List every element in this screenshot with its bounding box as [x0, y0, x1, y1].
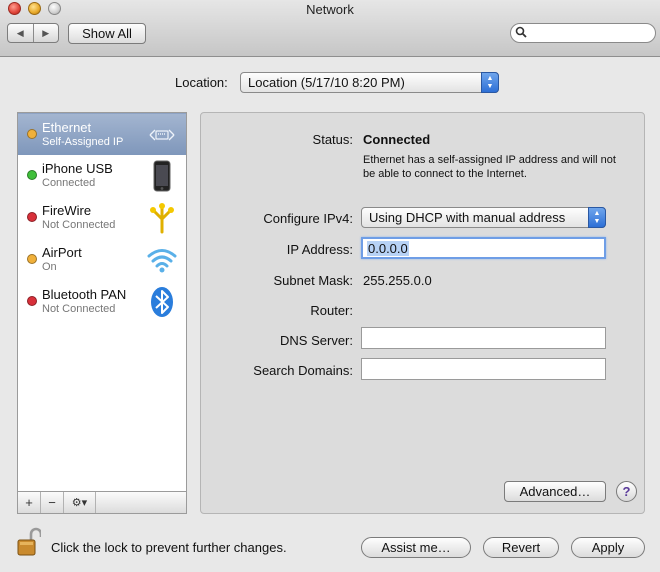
iphone-icon: [153, 160, 171, 192]
status-value: Connected: [363, 132, 431, 147]
configure-ipv4-popup[interactable]: Using DHCP with manual address ▲ ▼: [361, 207, 606, 228]
help-button[interactable]: ?: [616, 481, 637, 502]
ip-address-label: IP Address:: [286, 242, 353, 257]
service-list: Ethernet Self-Assigned IP iPhone USB Con…: [17, 112, 187, 492]
show-all-button[interactable]: Show All: [68, 23, 146, 44]
location-popup[interactable]: Location (5/17/10 8:20 PM) ▲ ▼: [240, 72, 499, 93]
magnifier-icon: [515, 26, 527, 41]
back-forward-control: ◀ ▶: [7, 23, 59, 43]
wifi-icon: [147, 249, 177, 273]
add-service-button[interactable]: +: [18, 492, 41, 513]
service-item-ethernet[interactable]: Ethernet Self-Assigned IP: [18, 113, 186, 155]
service-item-airport[interactable]: AirPort On: [18, 239, 186, 281]
service-item-iphone-usb[interactable]: iPhone USB Connected: [18, 155, 186, 197]
service-item-firewire[interactable]: FireWire Not Connected: [18, 197, 186, 239]
lock-icon[interactable]: [17, 527, 41, 557]
lock-message: Click the lock to prevent further change…: [51, 540, 287, 555]
status-description: Ethernet has a self-assigned IP address …: [363, 154, 616, 180]
dns-server-label: DNS Server:: [280, 333, 353, 348]
assist-me-button[interactable]: Assist me…: [361, 537, 471, 558]
status-dot-amber-icon: [27, 129, 37, 139]
ethernet-icon: [149, 129, 175, 141]
service-list-toolbar: + − ⚙▾: [17, 492, 187, 514]
status-dot-red-icon: [27, 212, 37, 222]
back-arrow-icon[interactable]: ◀: [8, 24, 34, 42]
gear-menu-icon[interactable]: ⚙▾: [64, 492, 96, 513]
toolbar: Network ◀ ▶ Show All: [0, 0, 660, 57]
subnet-mask-value: 255.255.0.0: [363, 273, 432, 288]
dns-server-field[interactable]: [361, 327, 606, 349]
status-label: Status:: [312, 132, 353, 147]
apply-button[interactable]: Apply: [571, 537, 645, 558]
search-field[interactable]: [510, 23, 656, 43]
remove-service-button[interactable]: −: [41, 492, 64, 513]
configure-ipv4-label: Configure IPv4:: [263, 211, 353, 226]
window-title: Network: [306, 2, 354, 17]
status-dot-green-icon: [27, 170, 37, 180]
forward-arrow-icon[interactable]: ▶: [34, 24, 59, 42]
location-label: Location:: [175, 75, 228, 90]
firewire-icon: [150, 203, 174, 234]
network-preferences-window: Network ◀ ▶ Show All Location: Location …: [0, 0, 660, 572]
service-item-bluetooth-pan[interactable]: Bluetooth PAN Not Connected: [18, 281, 186, 323]
subnet-mask-label: Subnet Mask:: [273, 273, 354, 288]
popup-arrows-icon: ▲ ▼: [481, 72, 499, 93]
popup-arrows-icon: ▲ ▼: [588, 207, 606, 228]
configure-ipv4-value: Using DHCP with manual address: [369, 210, 566, 225]
bluetooth-icon: [151, 287, 173, 317]
router-label: Router:: [310, 303, 353, 318]
search-domains-field[interactable]: [361, 358, 606, 380]
advanced-button[interactable]: Advanced…: [504, 481, 606, 502]
search-domains-label: Search Domains:: [253, 363, 353, 378]
revert-button[interactable]: Revert: [483, 537, 559, 558]
location-value: Location (5/17/10 8:20 PM): [248, 75, 405, 90]
status-dot-amber-icon: [27, 254, 37, 264]
status-dot-red-icon: [27, 296, 37, 306]
ip-address-value: 0.0.0.0: [367, 240, 409, 256]
ip-address-field[interactable]: 0.0.0.0: [361, 237, 606, 259]
